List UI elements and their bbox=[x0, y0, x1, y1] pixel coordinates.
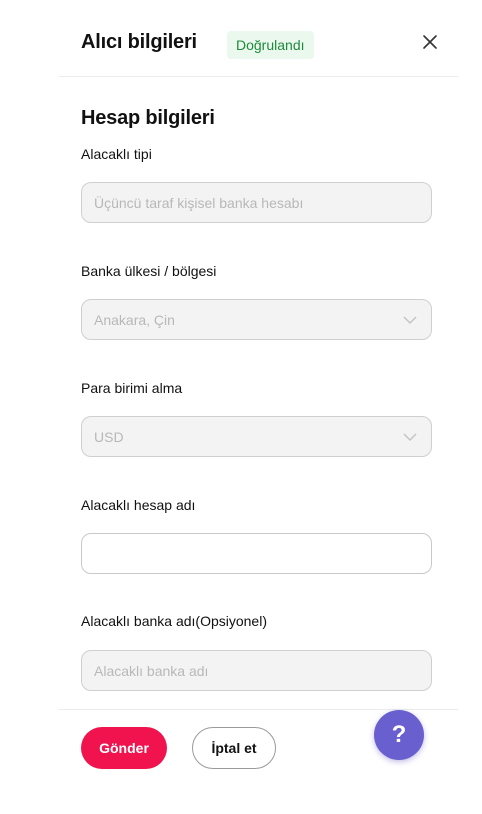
account-name-field[interactable] bbox=[81, 533, 432, 574]
currency-select: USD bbox=[81, 416, 432, 457]
bank-country-select: Anakara, Çin bbox=[81, 299, 432, 340]
bank-name-label: Alacaklı banka adı(Opsiyonel) bbox=[81, 613, 267, 629]
bank-country-value: Anakara, Çin bbox=[94, 311, 175, 328]
currency-value: USD bbox=[94, 428, 124, 445]
verified-badge: Doğrulandı bbox=[227, 31, 314, 59]
bank-name-field[interactable] bbox=[81, 650, 432, 691]
bank-country-label: Banka ülkesi / bölgesi bbox=[81, 263, 217, 279]
chevron-down-icon bbox=[403, 433, 417, 442]
cancel-button[interactable]: İptal et bbox=[192, 727, 276, 769]
help-icon: ? bbox=[391, 721, 407, 748]
bank-name-input[interactable] bbox=[94, 662, 419, 679]
help-button[interactable]: ? bbox=[374, 710, 424, 760]
account-name-label: Alacaklı hesap adı bbox=[81, 497, 196, 513]
chevron-down-icon bbox=[403, 316, 417, 325]
panel-header: Alıcı bilgileri Doğrulandı bbox=[59, 0, 458, 77]
payee-info-panel: Alıcı bilgileri Doğrulandı Hesap bilgile… bbox=[59, 0, 458, 776]
section-title: Hesap bilgileri bbox=[81, 107, 215, 129]
payee-type-label: Alacaklı tipi bbox=[81, 146, 152, 162]
page-title: Alıcı bilgileri bbox=[81, 31, 197, 53]
currency-label: Para birimi alma bbox=[81, 380, 183, 396]
account-name-input[interactable] bbox=[94, 545, 419, 562]
submit-button[interactable]: Gönder bbox=[81, 727, 167, 769]
payee-type-value: Üçüncü taraf kişisel banka hesabı bbox=[94, 194, 304, 211]
close-icon[interactable] bbox=[418, 30, 442, 54]
payee-type-field: Üçüncü taraf kişisel banka hesabı bbox=[81, 182, 432, 223]
